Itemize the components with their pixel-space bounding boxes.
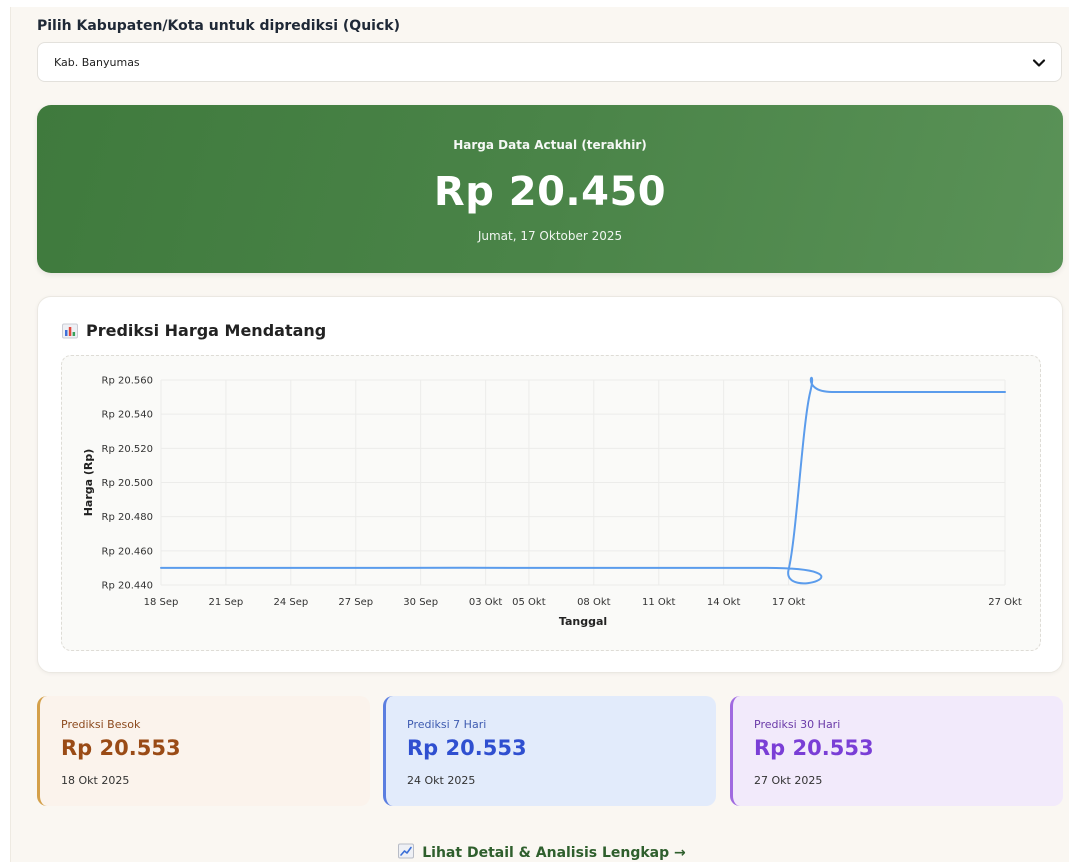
prediction-label: Prediksi Besok xyxy=(61,718,141,731)
bar-chart-icon xyxy=(62,323,78,338)
chart-area: Rp 20.560 Rp 20.540 Rp 20.520 Rp 20.500 Rp 2… xyxy=(61,355,1041,651)
y-tick-label: Rp 20.560 xyxy=(102,376,153,387)
prediction-date: 18 Okt 2025 xyxy=(61,774,130,787)
prediction-label: Prediksi 7 Hari xyxy=(407,718,487,731)
series-line xyxy=(160,376,1006,585)
y-tick-label: Rp 20.460 xyxy=(102,546,153,557)
actual-price-card: Harga Data Actual (terakhir) Rp 20.450 J… xyxy=(37,105,1063,273)
detail-analysis-link[interactable]: Lihat Detail & Analisis Lengkap → xyxy=(11,843,1069,861)
x-tick-label: 18 Sep xyxy=(144,597,179,608)
prediction-tomorrow-card: Prediksi Besok Rp 20.553 18 Okt 2025 xyxy=(37,696,370,806)
price-line-chart: Rp 20.560 Rp 20.540 Rp 20.520 Rp 20.500 Rp 2… xyxy=(82,376,1022,629)
x-axis-label: Tanggal xyxy=(559,615,607,628)
prediction-date: 24 Okt 2025 xyxy=(407,774,476,787)
prediction-30-days-card: Prediksi 30 Hari Rp 20.553 27 Okt 2025 xyxy=(730,696,1063,806)
region-select-value: Kab. Banyumas xyxy=(54,55,140,69)
region-select-label: Pilih Kabupaten/Kota untuk diprediksi (Q… xyxy=(37,18,400,34)
actual-price-value: Rp 20.450 xyxy=(433,169,667,215)
prediction-value: Rp 20.553 xyxy=(407,736,527,760)
actual-price-date: Jumat, 17 Oktober 2025 xyxy=(477,229,623,243)
x-tick-label: 24 Sep xyxy=(273,597,308,608)
x-tick-label: 14 Okt xyxy=(707,597,741,608)
x-tick-label: 05 Okt xyxy=(512,597,546,608)
x-tick-label: 11 Okt xyxy=(642,597,676,608)
x-tick-label: 27 Okt xyxy=(988,597,1022,608)
prediction-value: Rp 20.553 xyxy=(61,736,181,760)
y-tick-label: Rp 20.540 xyxy=(102,410,153,421)
x-tick-label: 21 Sep xyxy=(209,597,244,608)
chart-up-icon xyxy=(398,843,415,859)
x-tick-label: 17 Okt xyxy=(772,597,806,608)
main-panel: Pilih Kabupaten/Kota untuk diprediksi (Q… xyxy=(10,7,1069,862)
prediction-value: Rp 20.553 xyxy=(754,736,874,760)
x-tick-label: 27 Sep xyxy=(338,597,373,608)
y-tick-label: Rp 20.520 xyxy=(102,444,153,455)
region-select[interactable]: Kab. Banyumas xyxy=(37,42,1062,82)
actual-price-label: Harga Data Actual (terakhir) xyxy=(453,138,647,152)
prediction-label: Prediksi 30 Hari xyxy=(754,718,841,731)
y-axis-label: Harga (Rp) xyxy=(82,449,95,517)
y-tick-label: Rp 20.480 xyxy=(102,512,153,523)
y-tick-label: Rp 20.500 xyxy=(102,478,153,489)
chart-title-text: Prediksi Harga Mendatang xyxy=(86,321,327,340)
prediction-date: 27 Okt 2025 xyxy=(754,774,823,787)
y-tick-label: Rp 20.440 xyxy=(102,581,153,592)
chart-title: Prediksi Harga Mendatang xyxy=(62,321,326,340)
x-tick-label: 30 Sep xyxy=(403,597,438,608)
prediction-7-days-card: Prediksi 7 Hari Rp 20.553 24 Okt 2025 xyxy=(383,696,716,806)
x-tick-label: 08 Okt xyxy=(577,597,611,608)
detail-link-text: Lihat Detail & Analisis Lengkap → xyxy=(422,845,686,861)
chevron-down-icon xyxy=(1032,59,1046,67)
x-tick-label: 03 Okt xyxy=(469,597,503,608)
prediction-chart-card: Prediksi Harga Mendatang Rp 20.560 Rp 20.… xyxy=(37,296,1063,673)
